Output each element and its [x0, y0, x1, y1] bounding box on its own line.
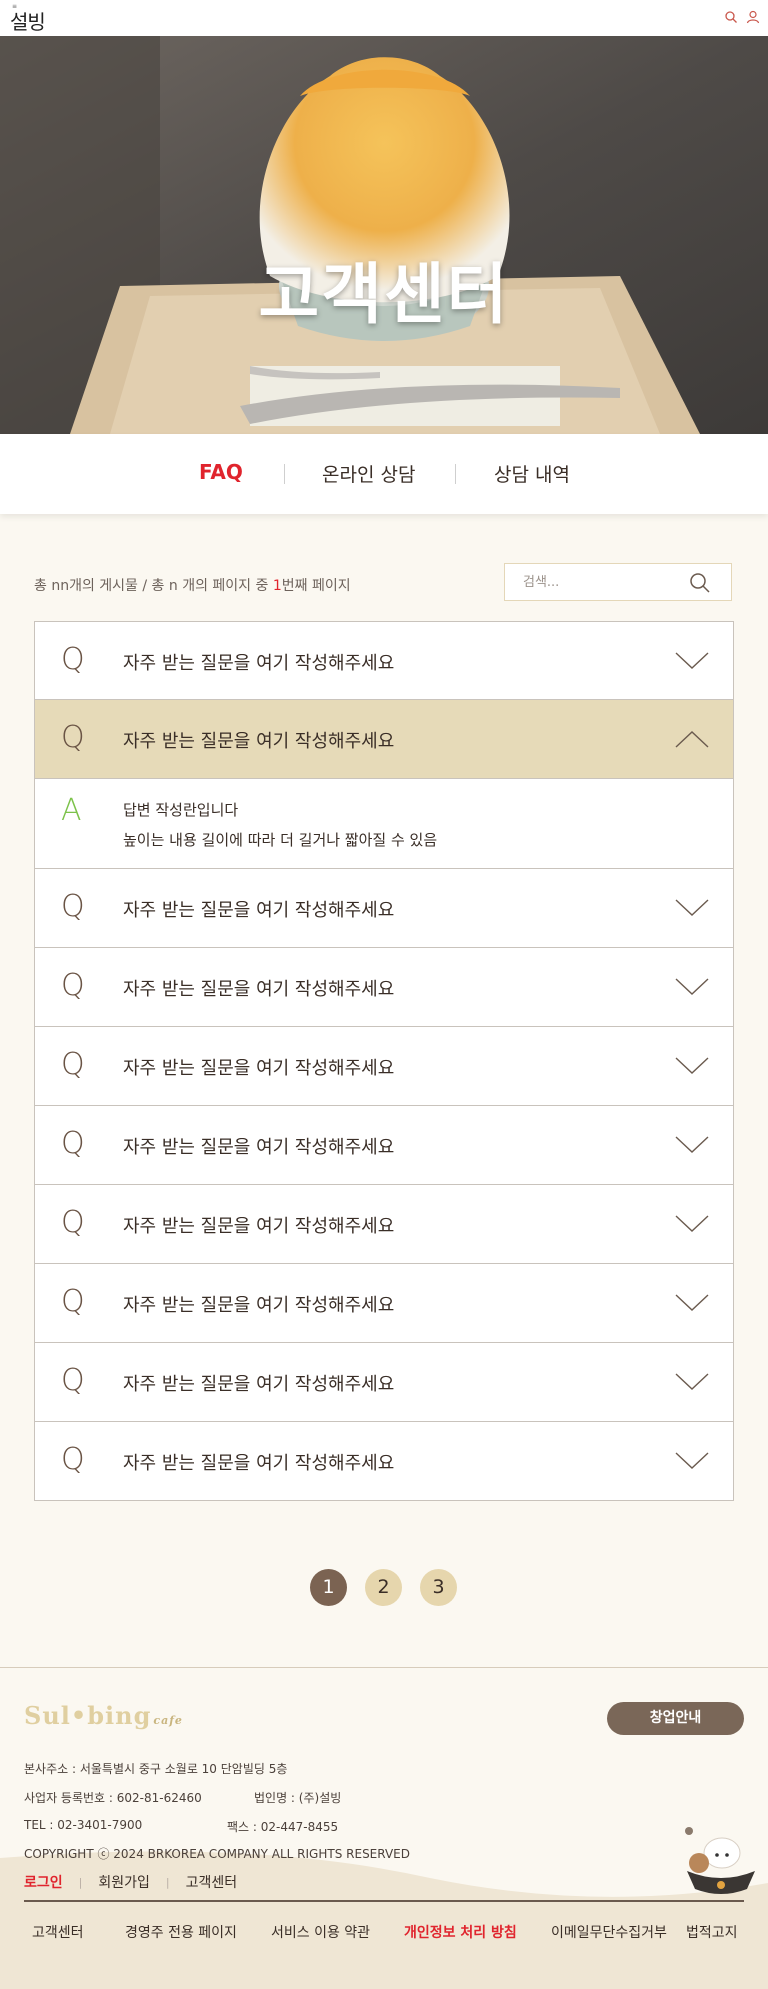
chevron-down-icon: [675, 652, 709, 669]
faq-question: 자주 받는 질문을 여기 작성해주세요: [123, 1374, 395, 1395]
answer-text: 높이는 내용 길이에 따라 더 길거나 짧아질 수 있음: [123, 831, 438, 849]
signup-link[interactable]: 회원가입: [98, 1872, 150, 1892]
footer-link-owner-page[interactable]: 경영주 전용 페이지: [125, 1922, 237, 1942]
chevron-down-icon: [675, 1057, 709, 1074]
footer: Sul•bing cafe 창업안내 본사주소 : 서울특별시 중구 소월로 10…: [0, 1667, 768, 1989]
chevron-down-icon: [675, 1136, 709, 1153]
footer-account-links: 로그인 | 회원가입 | 고객센터: [24, 1872, 237, 1892]
question-mark-letter: Q: [61, 968, 85, 1003]
faq-question: 자주 받는 질문을 여기 작성해주세요: [123, 1295, 395, 1316]
startup-info-button[interactable]: 창업안내: [607, 1702, 744, 1735]
chevron-down-icon: [675, 1294, 709, 1311]
faq-question: 자주 받는 질문을 여기 작성해주세요: [123, 1137, 395, 1158]
question-mark-letter: Q: [61, 889, 85, 924]
faq-item[interactable]: Q 자주 받는 질문을 여기 작성해주세요: [34, 1422, 734, 1501]
top-bar: ≡ 설빙: [0, 0, 768, 37]
chevron-down-icon: [675, 978, 709, 995]
user-icon[interactable]: [746, 10, 760, 24]
support-link[interactable]: 고객센터: [186, 1872, 238, 1892]
footer-biz-number: 사업자 등록번호 : 602-81-62460: [24, 1791, 202, 1805]
link-divider: |: [78, 1875, 83, 1889]
tab-faq[interactable]: FAQ: [199, 460, 243, 484]
faq-answer: A 답변 작성란입니다 높이는 내용 길이에 따라 더 길거나 짧아질 수 있음: [34, 779, 734, 869]
footer-copyright: COPYRIGHT ⓒ 2024 BRKOREA COMPANY ALL RIG…: [24, 1847, 410, 1861]
login-link[interactable]: 로그인: [24, 1872, 63, 1892]
chevron-down-icon: [675, 1452, 709, 1469]
pagination: 1 2 3: [310, 1569, 457, 1606]
page-button-current[interactable]: 1: [310, 1569, 347, 1606]
faq-question: 자주 받는 질문을 여기 작성해주세요: [123, 1453, 395, 1474]
question-mark-letter: Q: [61, 1284, 85, 1319]
search-box: [504, 563, 732, 601]
faq-question: 자주 받는 질문을 여기 작성해주세요: [123, 1216, 395, 1237]
faq-question: 자주 받는 질문을 여기 작성해주세요: [123, 1058, 395, 1079]
faq-item[interactable]: Q 자주 받는 질문을 여기 작성해주세요: [34, 869, 734, 948]
footer-link-privacy[interactable]: 개인정보 처리 방침: [404, 1922, 517, 1942]
bingsu-mascot-icon: [685, 1827, 755, 1894]
chevron-down-icon: [675, 899, 709, 916]
question-mark-letter: Q: [61, 1047, 85, 1082]
tab-online-consult[interactable]: 온라인 상담: [322, 460, 415, 487]
tab-consult-history[interactable]: 상담 내역: [494, 460, 570, 487]
question-mark-letter: Q: [61, 642, 85, 677]
question-mark-letter: Q: [61, 1205, 85, 1240]
faq-item[interactable]: Q 자주 받는 질문을 여기 작성해주세요: [34, 621, 734, 700]
answer-text: 답변 작성란입니다: [123, 801, 239, 819]
faq-item[interactable]: Q 자주 받는 질문을 여기 작성해주세요: [34, 1027, 734, 1106]
footer-address: 본사주소 : 서울특별시 중구 소월로 10 단암빌딩 5층: [24, 1762, 288, 1776]
site-logo[interactable]: 설빙: [10, 6, 46, 35]
chevron-down-icon: [675, 1215, 709, 1232]
page-title: 고객센터: [258, 256, 510, 333]
question-mark-letter: Q: [61, 1363, 85, 1398]
link-divider: |: [165, 1875, 170, 1889]
hero-image: [0, 36, 768, 434]
faq-list: Q 자주 받는 질문을 여기 작성해주세요 Q 자주 받는 질문을 여기 작성해…: [34, 621, 734, 1501]
faq-item-open[interactable]: Q 자주 받는 질문을 여기 작성해주세요: [34, 700, 734, 779]
chevron-up-icon: [675, 731, 709, 748]
footer-link-legal[interactable]: 법적고지: [686, 1922, 738, 1942]
faq-question: 자주 받는 질문을 여기 작성해주세요: [123, 653, 395, 674]
post-count-info: 총 nn개의 게시물 / 총 n 개의 페이지 중 1번째 페이지: [34, 578, 351, 594]
page-button[interactable]: 3: [420, 1569, 457, 1606]
faq-item[interactable]: Q 자주 받는 질문을 여기 작성해주세요: [34, 1343, 734, 1422]
chevron-down-icon: [675, 1373, 709, 1390]
footer-link-email-refusal[interactable]: 이메일무단수집거부: [551, 1922, 667, 1942]
footer-link-terms[interactable]: 서비스 이용 약관: [271, 1922, 370, 1942]
answer-mark-letter: A: [61, 793, 82, 828]
footer-link-support[interactable]: 고객센터: [32, 1922, 84, 1942]
footer-tel: TEL : 02-3401-7900: [24, 1818, 143, 1832]
tab-divider: [284, 464, 285, 484]
faq-item[interactable]: Q 자주 받는 질문을 여기 작성해주세요: [34, 1185, 734, 1264]
hero-banner: 고객센터: [0, 36, 768, 434]
question-mark-letter: Q: [61, 720, 85, 755]
footer-logo: Sul•bing cafe: [24, 1701, 183, 1730]
faq-item[interactable]: Q 자주 받는 질문을 여기 작성해주세요: [34, 1106, 734, 1185]
question-mark-letter: Q: [61, 1126, 85, 1161]
tab-divider: [455, 464, 456, 484]
footer-corp-name: 법인명 : (주)설빙: [254, 1791, 342, 1805]
faq-question: 자주 받는 질문을 여기 작성해주세요: [123, 731, 395, 752]
footer-fax: 팩스 : 02-447-8455: [227, 1820, 339, 1834]
faq-question: 자주 받는 질문을 여기 작성해주세요: [123, 900, 395, 921]
search-icon[interactable]: [689, 572, 711, 594]
footer-divider: [24, 1900, 744, 1902]
page-button[interactable]: 2: [365, 1569, 402, 1606]
search-input[interactable]: [521, 574, 675, 591]
faq-question: 자주 받는 질문을 여기 작성해주세요: [123, 979, 395, 1000]
faq-item[interactable]: Q 자주 받는 질문을 여기 작성해주세요: [34, 948, 734, 1027]
tab-bar: FAQ 온라인 상담 상담 내역: [0, 434, 768, 514]
search-icon[interactable]: [724, 10, 738, 24]
question-mark-letter: Q: [61, 1442, 85, 1477]
faq-item[interactable]: Q 자주 받는 질문을 여기 작성해주세요: [34, 1264, 734, 1343]
